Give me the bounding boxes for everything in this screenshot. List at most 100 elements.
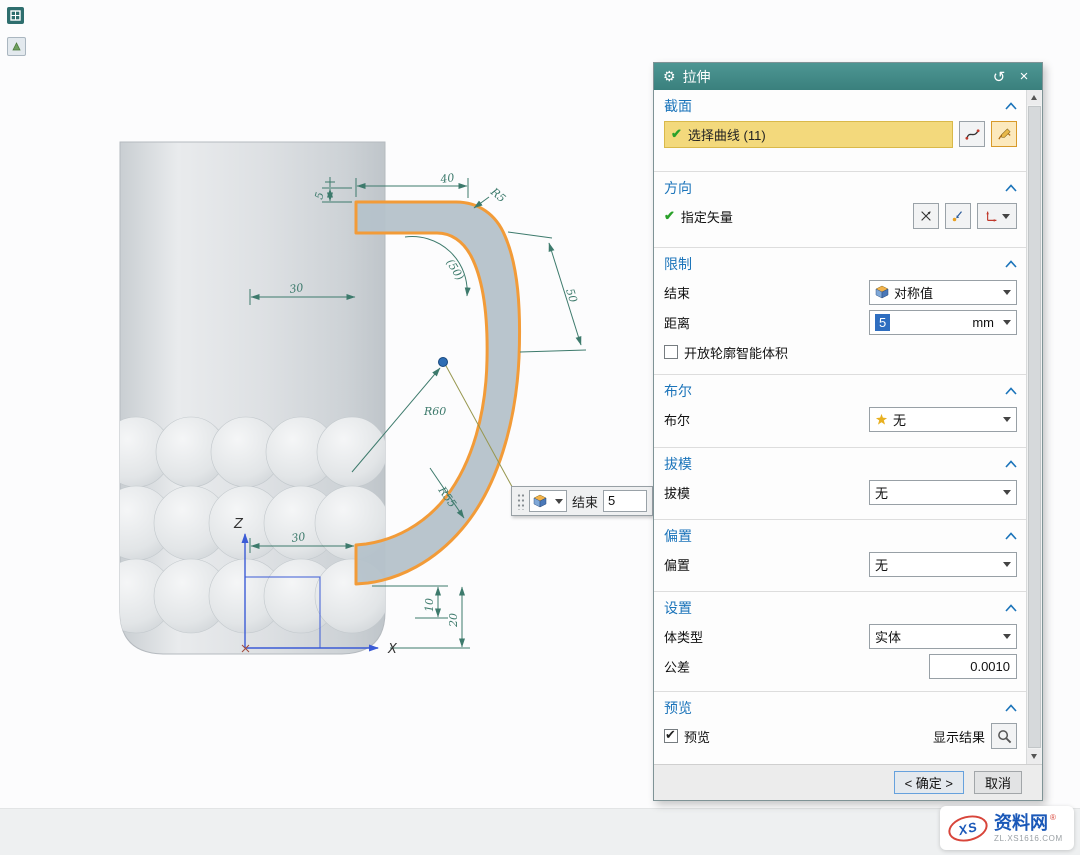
specify-vector-label: 指定矢量: [681, 207, 733, 226]
boolean-none-icon: [875, 413, 888, 426]
end-type-dropdown[interactable]: 对称值: [869, 280, 1017, 305]
watermark-logo: XS: [946, 811, 991, 845]
section-title: 方向: [664, 178, 692, 198]
sketch-section-button[interactable]: [991, 121, 1017, 147]
scrollbar-thumb[interactable]: [1028, 106, 1041, 748]
arrow-point-icon: [951, 209, 965, 223]
dialog-titlebar[interactable]: ⚙ 拉伸 ↺ ×: [654, 63, 1042, 90]
dim-top-fillet: R5: [487, 185, 508, 205]
section-header-boolean[interactable]: 布尔: [664, 377, 1017, 404]
dropdown-caret-icon: [1003, 490, 1011, 495]
drag-handle[interactable]: [517, 492, 524, 510]
collapse-chevron-icon[interactable]: [1005, 460, 1017, 468]
section-title: 预览: [664, 698, 692, 718]
onscreen-input-toolbar: 结束 5: [511, 486, 653, 516]
crossed-arrows-icon: [919, 209, 933, 223]
gear-icon: ⚙: [663, 68, 676, 85]
curve-rule-button[interactable]: [959, 121, 985, 147]
select-curve-field[interactable]: ✔ 选择曲线 (11): [664, 121, 953, 148]
section-title: 限制: [664, 254, 692, 274]
ok-button[interactable]: < 确定 >: [894, 771, 964, 794]
section-header-direction[interactable]: 方向: [664, 174, 1017, 201]
section-title: 布尔: [664, 381, 692, 401]
collapse-chevron-icon[interactable]: [1005, 704, 1017, 712]
drag-handle-point[interactable]: [439, 358, 448, 367]
collapse-chevron-icon[interactable]: [1005, 260, 1017, 268]
section-title: 偏置: [664, 526, 692, 546]
body-type-label: 体类型: [664, 627, 703, 646]
open-profile-checkbox[interactable]: [664, 345, 678, 359]
part-icon: [11, 41, 22, 52]
offset-dropdown[interactable]: 无: [869, 552, 1017, 577]
distance-input[interactable]: 5 mm: [869, 310, 1017, 335]
dim-inner-arc: (50): [443, 257, 466, 283]
draft-dropdown[interactable]: 无: [869, 480, 1017, 505]
boolean-label: 布尔: [664, 410, 690, 429]
reset-icon[interactable]: ↺: [990, 68, 1008, 86]
titlebar-icon-1[interactable]: [7, 7, 24, 24]
end-type-value: 对称值: [894, 283, 933, 302]
section-settings: 设置 体类型 实体 公差 0.0010: [654, 592, 1027, 692]
dim-mid-radius: R60: [423, 405, 446, 418]
dropdown-caret-icon: [555, 499, 563, 504]
section-title: 拔模: [664, 454, 692, 474]
dim-bottom-height: 20: [447, 613, 460, 628]
collapse-chevron-icon[interactable]: [1005, 532, 1017, 540]
section-header-limits[interactable]: 限制: [664, 250, 1017, 277]
watermark-url: ZL.XS1616.COM: [994, 834, 1063, 843]
z-axis-label: Z: [233, 517, 244, 532]
mini-end-label: 结束: [572, 492, 598, 511]
check-icon: ✔: [664, 208, 675, 224]
collapse-chevron-icon[interactable]: [1005, 604, 1017, 612]
scroll-down-icon[interactable]: [1027, 749, 1041, 764]
distance-label: 距离: [664, 313, 690, 332]
scroll-up-icon[interactable]: [1027, 90, 1041, 105]
body-type-dropdown[interactable]: 实体: [869, 624, 1017, 649]
section-header-profile[interactable]: 截面: [664, 92, 1017, 119]
vector-dialog-dropdown[interactable]: [977, 203, 1017, 229]
section-header-draft[interactable]: 拔模: [664, 450, 1017, 477]
preview-checkbox[interactable]: [664, 729, 678, 743]
dropdown-caret-icon[interactable]: [1003, 320, 1011, 325]
boolean-value: 无: [893, 410, 906, 429]
dropdown-caret-icon: [1003, 290, 1011, 295]
reverse-direction-button[interactable]: [913, 203, 939, 229]
collapse-chevron-icon[interactable]: [1005, 102, 1017, 110]
dropdown-caret-icon: [1003, 562, 1011, 567]
titlebar-icon-2[interactable]: [7, 37, 26, 56]
preview-label: 预览: [684, 727, 710, 746]
dialog-title: 拉伸: [683, 67, 711, 87]
section-title: 截面: [664, 96, 692, 116]
vector-point-button[interactable]: [945, 203, 971, 229]
mug-model[interactable]: [99, 142, 389, 654]
collapse-chevron-icon[interactable]: [1005, 184, 1017, 192]
cancel-button[interactable]: 取消: [974, 771, 1022, 794]
magnifier-icon: [997, 729, 1012, 744]
boolean-dropdown[interactable]: 无: [869, 407, 1017, 432]
sketch-icon: [997, 127, 1012, 142]
section-preview: 预览 预览 显示结果: [654, 692, 1027, 764]
distance-value[interactable]: 5: [875, 314, 890, 331]
collapse-chevron-icon[interactable]: [1005, 387, 1017, 395]
section-header-settings[interactable]: 设置: [664, 594, 1017, 621]
close-icon[interactable]: ×: [1015, 68, 1033, 85]
x-axis-label: X: [387, 642, 398, 657]
mini-distance-input[interactable]: 5: [603, 490, 647, 512]
section-header-offset[interactable]: 偏置: [664, 522, 1017, 549]
section-profile: 截面 ✔ 选择曲线 (11): [654, 90, 1027, 172]
dropdown-caret-icon: [1002, 214, 1010, 219]
dropdown-caret-icon: [1003, 417, 1011, 422]
section-draft: 拔模 拔模 无: [654, 448, 1027, 520]
section-header-preview[interactable]: 预览: [664, 694, 1017, 721]
end-type-mini-dropdown[interactable]: [529, 490, 567, 512]
watermark-reg-mark: ®: [1050, 813, 1056, 822]
section-title: 设置: [664, 598, 692, 618]
draft-value: 无: [875, 483, 888, 502]
show-result-button[interactable]: [991, 723, 1017, 749]
show-result-label: 显示结果: [933, 727, 985, 746]
open-profile-label: 开放轮廓智能体积: [684, 343, 788, 362]
section-boolean: 布尔 布尔 无: [654, 375, 1027, 448]
dialog-scrollbar[interactable]: [1026, 90, 1042, 764]
dim-bottom-gap: 10: [423, 598, 436, 612]
tolerance-input[interactable]: 0.0010: [929, 654, 1017, 679]
